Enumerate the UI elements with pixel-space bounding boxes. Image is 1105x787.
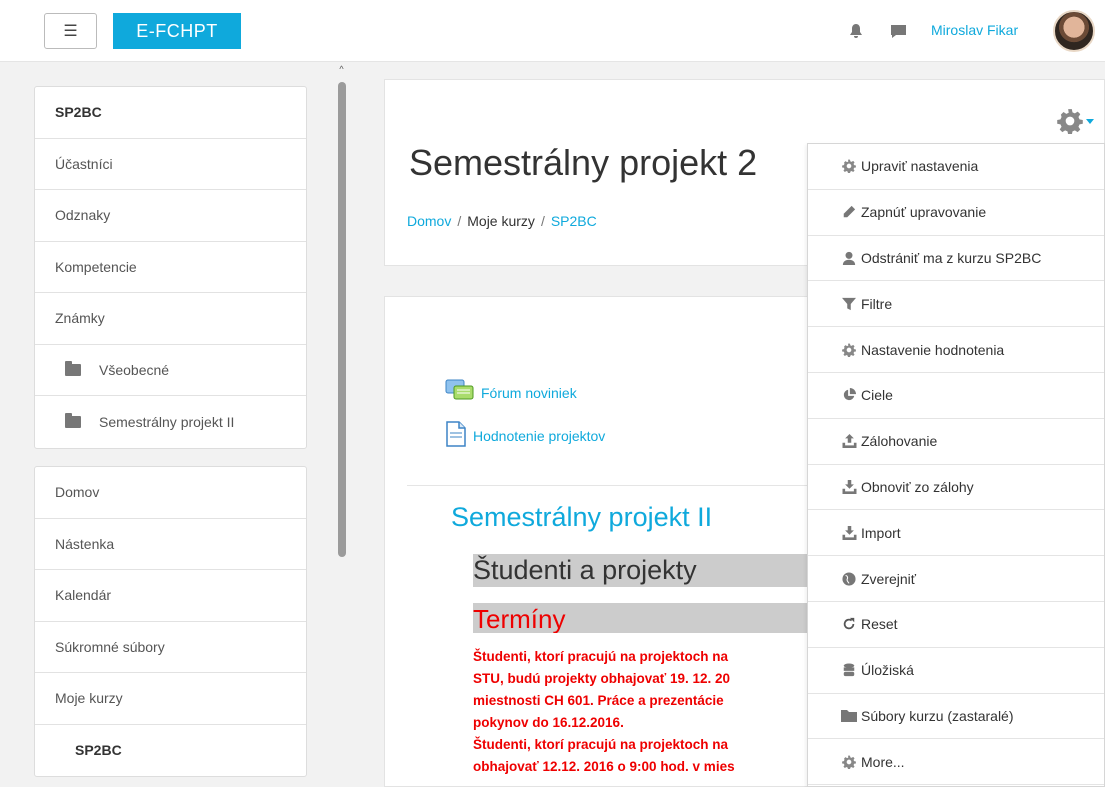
nav-item-grades[interactable]: Známky: [35, 293, 306, 345]
nav-item-semester-project[interactable]: Semestrálny projekt II: [35, 396, 306, 448]
menu-item-label: Obnoviť zo zálohy: [861, 478, 974, 495]
menu-item-repositories[interactable]: Úložiská: [808, 648, 1104, 694]
nav-item-private-files[interactable]: Súkromné súbory: [35, 622, 306, 673]
top-navbar: ☰ E-FCHPT Miroslav Fikar: [0, 0, 1105, 62]
activity-forum-link[interactable]: Fórum noviniek: [445, 379, 577, 406]
pie-icon: [841, 387, 857, 403]
nav-drawer: SP2BC Účastníci Odznaky Kompetencie Znám…: [10, 62, 357, 787]
download-icon: [841, 479, 857, 495]
menu-item-backup[interactable]: Zálohovanie: [808, 419, 1104, 465]
avatar[interactable]: [1053, 10, 1095, 52]
breadcrumb: Domov / Moje kurzy / SP2BC: [407, 213, 597, 229]
document-icon: [445, 421, 467, 450]
section-title[interactable]: Semestrálny projekt II: [451, 502, 712, 533]
menu-item-reset[interactable]: Reset: [808, 602, 1104, 648]
deadlines-text: Študenti, ktorí pracujú na projektoch na…: [473, 646, 813, 778]
refresh-icon: [841, 616, 857, 632]
breadcrumb-separator: /: [457, 213, 462, 229]
cog-icon: [841, 754, 857, 770]
upload-icon: [841, 433, 857, 449]
menu-item-label: Filtre: [861, 295, 893, 312]
folder-icon: [65, 412, 81, 428]
breadcrumb-separator: /: [540, 213, 545, 229]
deadline-line: STU, budú projekty obhajovať 19. 12. 20: [473, 671, 731, 686]
menu-item-label: Súbory kurzu (zastaralé): [861, 707, 1014, 724]
deadline-line: pokynov do 16.12.2016.: [473, 715, 624, 730]
nav-item-dashboard[interactable]: Nástenka: [35, 519, 306, 570]
folder-icon: [841, 708, 857, 724]
menu-item-edit-settings[interactable]: Upraviť nastavenia: [808, 144, 1104, 190]
menu-item-label: Odstrániť ma z kurzu SP2BC: [861, 249, 1042, 266]
activity-label: Fórum noviniek: [481, 384, 577, 401]
menu-item-unenrol[interactable]: Odstrániť ma z kurzu SP2BC: [808, 236, 1104, 282]
nav-item-competencies[interactable]: Kompetencie: [35, 242, 306, 293]
drawer-scrollbar-thumb[interactable]: [338, 82, 346, 557]
menu-item-label: Nastavenie hodnotenia: [861, 341, 1005, 358]
database-icon: [841, 662, 857, 678]
menu-item-label: Import: [861, 524, 901, 541]
deadline-line: Študenti, ktorí pracujú na projektoch na: [473, 649, 729, 664]
folder-icon: [65, 360, 81, 376]
cog-icon: [841, 342, 857, 358]
nav-item-label: Všeobecné: [99, 361, 170, 378]
nav-item-home[interactable]: Domov: [35, 467, 306, 519]
deadline-line: miestnosti CH 601. Práce a prezentácie: [473, 693, 724, 708]
menu-item-label: Ciele: [861, 387, 893, 404]
nav-item-calendar[interactable]: Kalendár: [35, 570, 306, 622]
breadcrumb-home[interactable]: Domov: [407, 213, 451, 229]
course-nav-block: SP2BC Účastníci Odznaky Kompetencie Znám…: [34, 86, 307, 449]
menu-item-more[interactable]: More...: [808, 739, 1104, 786]
bell-icon[interactable]: [846, 21, 866, 41]
filter-icon: [841, 296, 857, 312]
user-icon: [841, 250, 857, 266]
globe-icon: [841, 571, 857, 587]
menu-item-outcomes[interactable]: Ciele: [808, 373, 1104, 419]
menu-item-label: Zálohovanie: [861, 433, 938, 450]
cog-icon: [841, 158, 857, 174]
activity-label: Hodnotenie projektov: [473, 427, 606, 444]
gear-icon: [1057, 109, 1083, 134]
site-brand-link[interactable]: E-FCHPT: [113, 13, 241, 49]
chat-icon[interactable]: [888, 21, 908, 41]
nav-item-participants[interactable]: Účastníci: [35, 139, 306, 190]
menu-item-legacy-files[interactable]: Súbory kurzu (zastaralé): [808, 694, 1104, 740]
user-menu-name[interactable]: Miroslav Fikar: [931, 22, 1018, 38]
breadcrumb-my-courses[interactable]: Moje kurzy: [467, 213, 535, 229]
pencil-icon: [841, 204, 857, 220]
scroll-up-arrow-icon[interactable]: ^: [336, 63, 347, 75]
nav-item-label: Semestrálny projekt II: [99, 413, 235, 430]
menu-item-label: Upraviť nastavenia: [861, 158, 979, 175]
menu-item-filters[interactable]: Filtre: [808, 281, 1104, 328]
nav-item-general[interactable]: Všeobecné: [35, 345, 306, 396]
menu-item-label: More...: [861, 753, 905, 770]
students-projects-heading: Študenti a projekty: [473, 554, 813, 587]
nav-item-badges[interactable]: Odznaky: [35, 190, 306, 242]
nav-item-my-courses[interactable]: Moje kurzy: [35, 673, 306, 725]
menu-item-publish[interactable]: Zverejniť: [808, 556, 1104, 602]
course-settings-menu-button[interactable]: [1057, 108, 1094, 134]
deadline-line: obhajovať 12.12. 2016 o 9:00 hod. v mies: [473, 759, 735, 774]
site-nav-block: Domov Nástenka Kalendár Súkromné súbory …: [34, 466, 307, 777]
menu-item-label: Úložiská: [861, 662, 914, 679]
breadcrumb-course[interactable]: SP2BC: [551, 213, 597, 229]
menu-item-label: Zverejniť: [861, 570, 917, 587]
menu-item-turn-editing-on[interactable]: Zapnúť upravovanie: [808, 190, 1104, 236]
course-admin-dropdown: Upraviť nastavenia Zapnúť upravovanie Od…: [807, 143, 1105, 787]
menu-item-restore[interactable]: Obnoviť zo zálohy: [808, 465, 1104, 511]
menu-item-label: Zapnúť upravovanie: [861, 204, 987, 221]
menu-item-import[interactable]: Import: [808, 510, 1104, 557]
chevron-down-icon: [1086, 118, 1094, 124]
page-title: Semestrálny projekt 2: [409, 142, 758, 183]
download-icon: [841, 525, 857, 541]
activity-assessment-link[interactable]: Hodnotenie projektov: [445, 421, 605, 450]
nav-item-course[interactable]: SP2BC: [35, 87, 306, 139]
nav-item-sp2bc[interactable]: SP2BC: [35, 725, 306, 777]
forum-icon: [445, 379, 475, 406]
menu-item-label: Reset: [861, 616, 898, 633]
deadline-line: Študenti, ktorí pracujú na projektoch na: [473, 737, 729, 752]
menu-toggle-button[interactable]: ☰: [44, 13, 97, 49]
menu-item-gradebook-setup[interactable]: Nastavenie hodnotenia: [808, 327, 1104, 373]
deadlines-heading: Termíny: [473, 603, 813, 633]
